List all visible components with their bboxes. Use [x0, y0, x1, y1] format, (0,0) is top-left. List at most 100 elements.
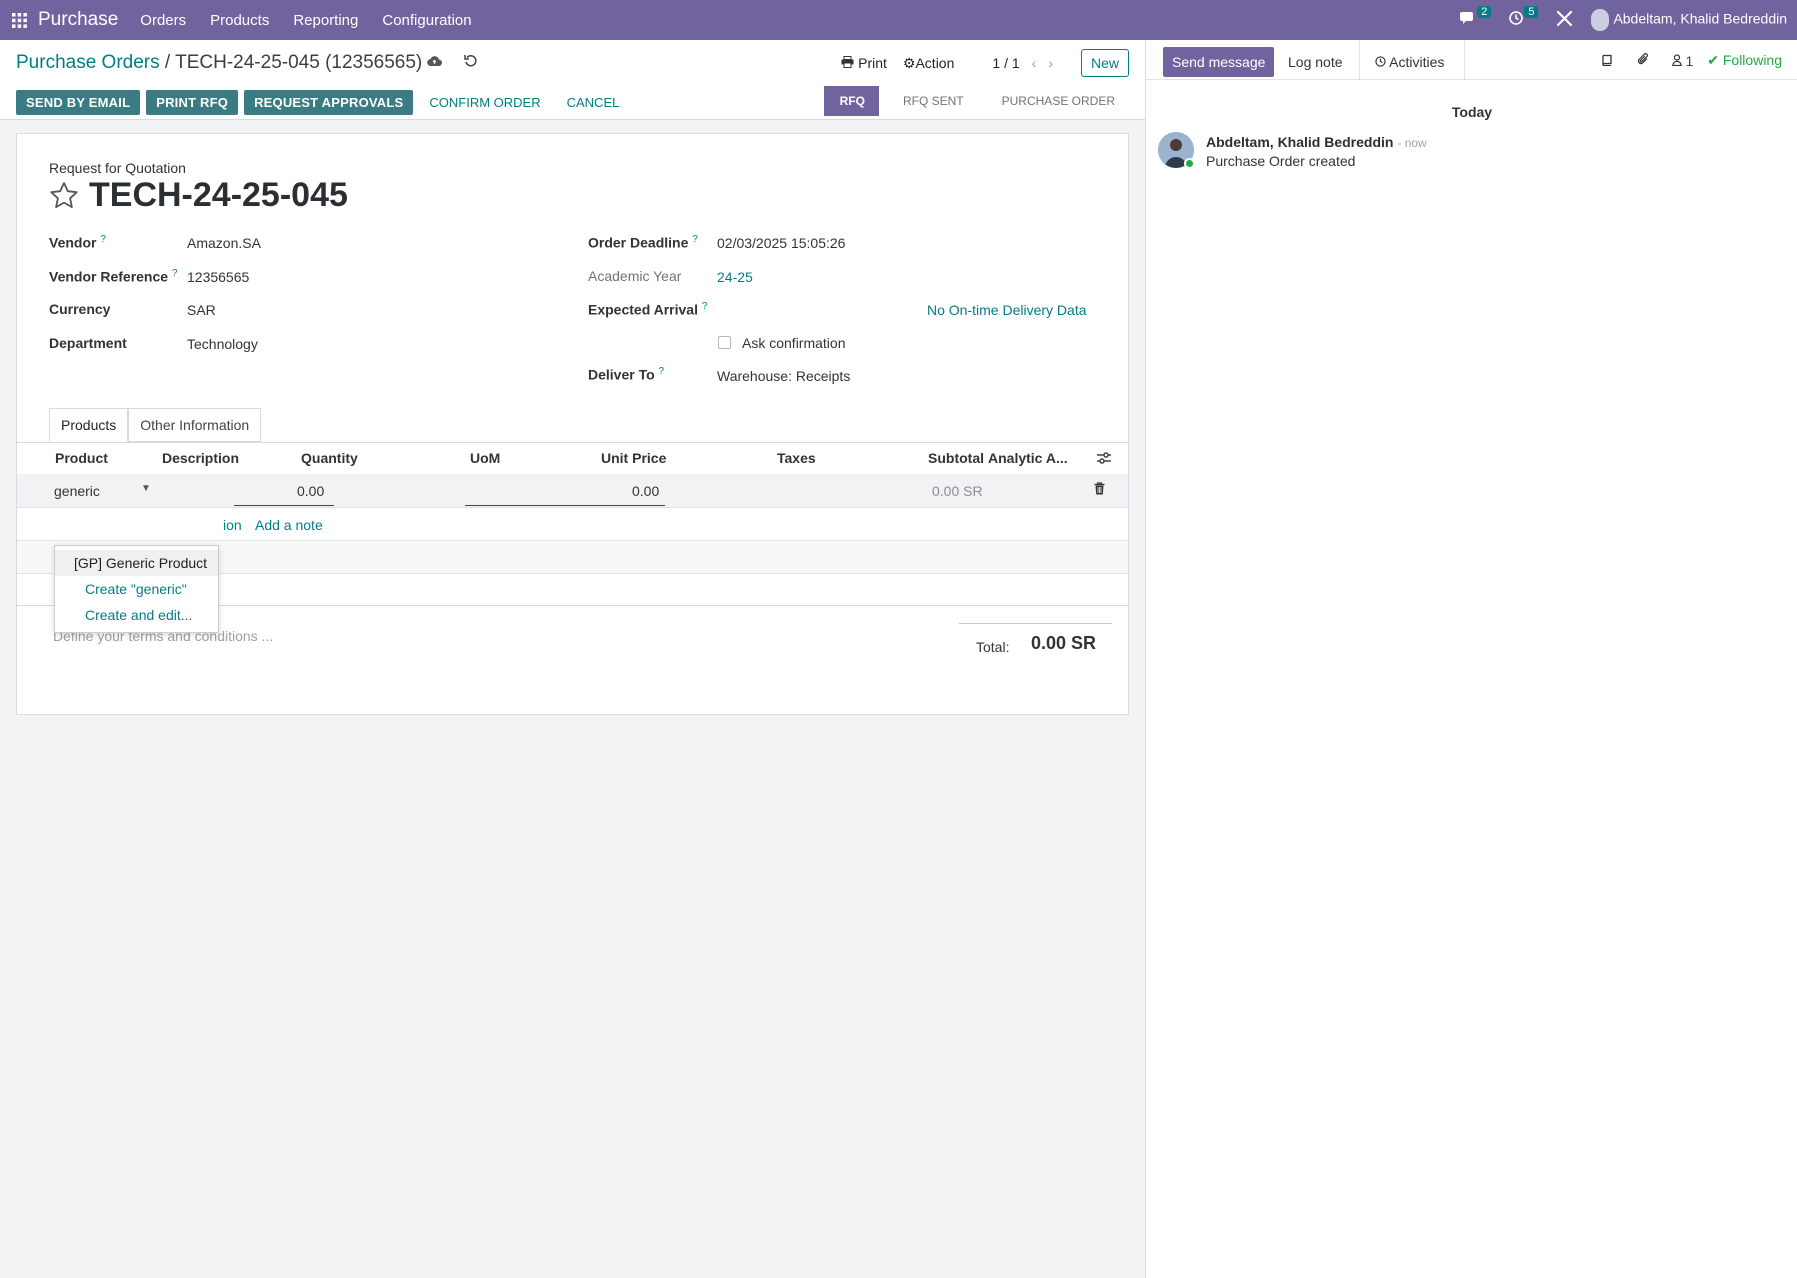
vendor-reference-label: Vendor Reference ? — [49, 268, 178, 285]
online-status-dot — [1184, 158, 1195, 169]
status-rfq[interactable]: RFQ — [823, 86, 879, 116]
department-label: Department — [49, 335, 127, 351]
chatter-divider — [1359, 40, 1360, 80]
print-rfq-button[interactable]: PRINT RFQ — [146, 90, 239, 115]
activities-label: Activities — [1389, 54, 1445, 70]
message-author-name[interactable]: Abdeltam, Khalid Bedreddin — [1206, 134, 1393, 150]
subtotal-value: 0.00 SR — [932, 483, 983, 499]
dropdown-option-generic-product[interactable]: [GP] Generic Product — [55, 550, 218, 576]
menu-orders[interactable]: Orders — [140, 12, 186, 29]
quantity-input[interactable]: 0.00 — [297, 483, 324, 499]
attachment-paperclip-icon[interactable] — [1637, 52, 1650, 69]
status-bar: RFQ RFQ SENT PURCHASE ORDER — [823, 86, 1129, 116]
vendor-field[interactable]: Amazon.SA — [187, 235, 261, 251]
activities-systray[interactable]: 5 — [1509, 6, 1539, 29]
column-analytic[interactable]: Analytic A... — [988, 450, 1068, 466]
form-subtitle: Request for Quotation — [49, 160, 186, 176]
row-divider — [17, 507, 1128, 508]
status-purchase-order[interactable]: PURCHASE ORDER — [977, 86, 1129, 116]
column-description[interactable]: Description — [162, 450, 239, 466]
following-button[interactable]: ✔ Following — [1707, 52, 1782, 69]
followers-button[interactable]: 1 — [1671, 52, 1694, 69]
total-value: 0.00 SR — [1031, 633, 1097, 653]
column-unit-price[interactable]: Unit Price — [601, 450, 666, 466]
pager-value[interactable]: 1 / 1 — [992, 55, 1019, 71]
breadcrumb-purchase-orders[interactable]: Purchase Orders — [16, 52, 160, 73]
date-separator: Today — [1451, 104, 1493, 120]
delete-row-icon[interactable] — [1094, 482, 1105, 498]
add-section-link[interactable]: ion — [223, 517, 242, 533]
top-navbar: Purchase Orders Products Reporting Confi… — [0, 0, 1797, 40]
column-product[interactable]: Product — [55, 450, 108, 466]
order-deadline-label: Order Deadline ? — [588, 234, 698, 251]
menu-products[interactable]: Products — [210, 12, 269, 29]
vendor-reference-field[interactable]: 12356565 — [187, 269, 249, 285]
academic-year-field[interactable]: 24-25 — [717, 269, 753, 285]
activities-button[interactable]: Activities — [1375, 54, 1444, 70]
unit-price-underline — [465, 505, 665, 506]
send-message-button[interactable]: Send message — [1163, 47, 1275, 77]
request-approvals-button[interactable]: REQUEST APPROVALS — [244, 90, 414, 115]
tab-products[interactable]: Products — [49, 408, 129, 442]
main-content: Purchase Orders / TECH-24-25-045 (123565… — [0, 40, 1145, 1278]
breadcrumb-current: TECH-24-25-045 (12356565) — [175, 52, 423, 73]
new-button[interactable]: New — [1080, 49, 1129, 77]
total-label: Total: — [976, 639, 1010, 655]
pager-prev-icon[interactable]: ‹ — [1032, 55, 1037, 71]
save-cloud-icon[interactable] — [427, 54, 443, 71]
person-icon — [1671, 53, 1682, 66]
app-name[interactable]: Purchase — [38, 9, 118, 31]
order-name[interactable]: TECH-24-25-045 — [89, 176, 348, 215]
cancel-button[interactable]: CANCEL — [557, 90, 630, 115]
tab-other-information[interactable]: Other Information — [128, 408, 262, 442]
pager-next-icon[interactable]: › — [1048, 55, 1053, 71]
column-subtotal[interactable]: Subtotal — [928, 450, 984, 466]
product-input[interactable]: generic — [54, 483, 100, 499]
department-field[interactable]: Technology — [187, 336, 258, 352]
menu-reporting[interactable]: Reporting — [293, 12, 358, 29]
messages-systray[interactable]: 2 — [1460, 6, 1492, 29]
form-sheet: Request for Quotation TECH-24-25-045 Ven… — [16, 133, 1129, 715]
menu-configuration[interactable]: Configuration — [382, 12, 471, 29]
unit-price-input[interactable]: 0.00 — [632, 483, 659, 499]
clock-icon — [1375, 56, 1386, 67]
book-icon[interactable] — [1601, 53, 1613, 69]
log-note-button[interactable]: Log note — [1288, 54, 1343, 70]
discard-undo-icon[interactable] — [464, 54, 477, 71]
send-by-email-button[interactable]: SEND BY EMAIL — [16, 90, 141, 115]
action-button[interactable]: ⚙Action — [903, 55, 954, 72]
activities-badge: 5 — [1524, 6, 1539, 18]
action-label: Action — [915, 54, 955, 71]
on-time-delivery-button[interactable]: No On-time Delivery Data — [927, 302, 1087, 318]
user-menu[interactable]: Abdeltam, Khalid Bedreddin — [1591, 9, 1787, 31]
add-note-link[interactable]: Add a note — [255, 517, 323, 533]
column-taxes[interactable]: Taxes — [777, 450, 816, 466]
deliver-to-field[interactable]: Warehouse: Receipts — [717, 368, 850, 384]
ask-confirmation-checkbox[interactable] — [718, 336, 731, 349]
print-label: Print — [858, 55, 887, 71]
breadcrumb: Purchase Orders / TECH-24-25-045 (123565… — [16, 52, 422, 74]
followers-count: 1 — [1685, 52, 1694, 69]
debug-tools-icon[interactable] — [1556, 10, 1573, 31]
print-button[interactable]: Print — [841, 55, 887, 71]
dropdown-create-option[interactable]: Create "generic" — [55, 576, 218, 602]
gear-icon: ⚙ — [902, 54, 916, 71]
order-deadline-field[interactable]: 02/03/2025 15:05:26 — [717, 235, 845, 251]
optional-columns-icon[interactable] — [1097, 451, 1111, 467]
product-dropdown-caret-icon[interactable]: ▼ — [141, 483, 151, 494]
apps-menu-icon[interactable] — [0, 0, 38, 40]
deliver-to-label: Deliver To ? — [588, 366, 665, 383]
star-icon[interactable] — [49, 181, 79, 210]
user-avatar — [1591, 9, 1610, 31]
confirm-order-button[interactable]: CONFIRM ORDER — [419, 90, 550, 115]
status-rfq-sent[interactable]: RFQ SENT — [878, 86, 978, 116]
chatter-divider — [1464, 40, 1465, 80]
currency-field[interactable]: SAR — [187, 302, 216, 318]
quantity-underline — [234, 505, 334, 506]
dropdown-create-and-edit-option[interactable]: Create and edit... — [55, 602, 218, 628]
column-quantity[interactable]: Quantity — [301, 450, 358, 466]
product-autocomplete-dropdown: [GP] Generic Product Create "generic" Cr… — [54, 545, 219, 633]
messages-badge: 2 — [1477, 6, 1492, 18]
column-uom[interactable]: UoM — [470, 450, 500, 466]
message-body: Purchase Order created — [1206, 153, 1356, 169]
